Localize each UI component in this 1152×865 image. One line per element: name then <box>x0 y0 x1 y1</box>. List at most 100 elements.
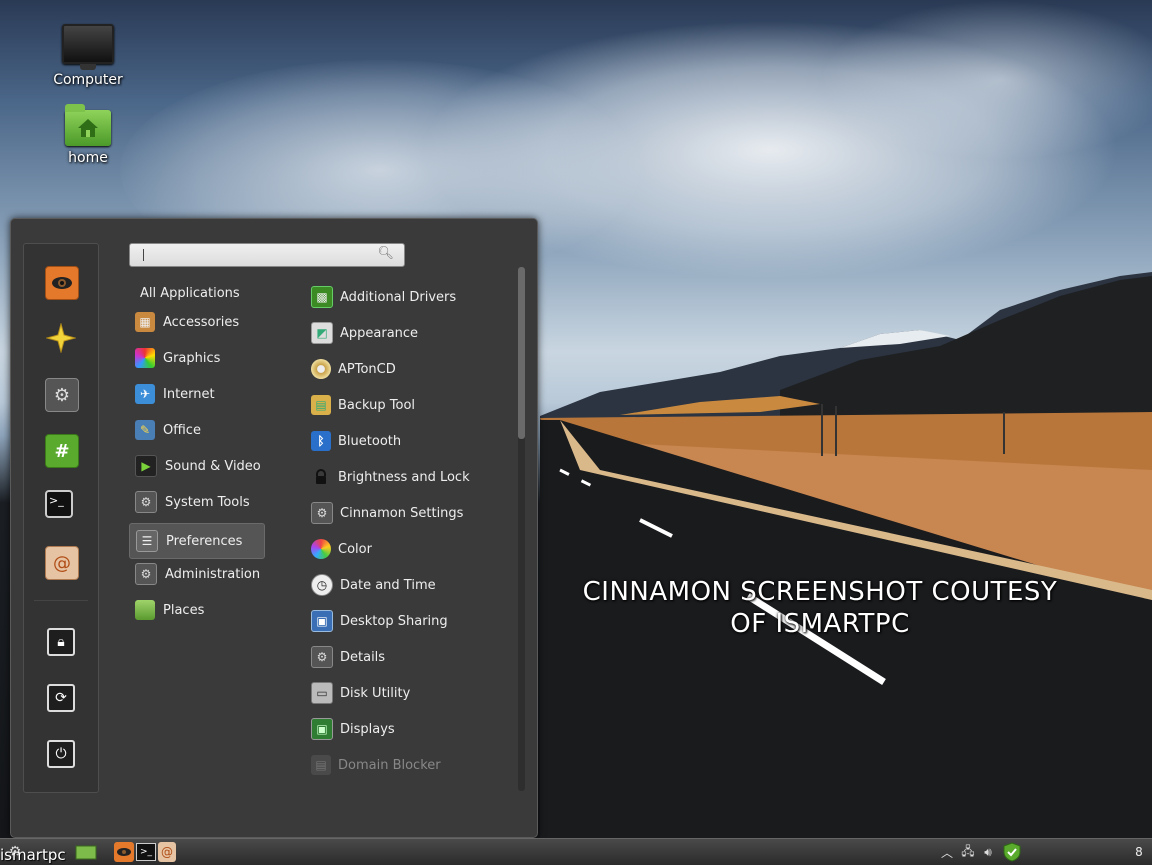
text-cursor <box>143 249 144 261</box>
search-input[interactable] <box>138 246 372 264</box>
volume-icon[interactable]: 🔊︎ <box>980 842 996 862</box>
app-additional-drivers[interactable]: ▩ Additional Drivers <box>311 280 511 314</box>
app-label: Details <box>340 649 386 665</box>
search-icon: 🔍︎ <box>377 246 394 261</box>
overlay-line-2: OF ISMARTPC <box>730 609 910 639</box>
chip-icon: ▩ <box>311 286 333 308</box>
taskbar-shell-app-icon[interactable]: @ <box>158 842 176 862</box>
terminal-hash-icon[interactable]: # <box>45 434 79 468</box>
favorites-bar: ⚙ # >_ @ 🔒︎ ⟳ ⏻ <box>23 243 99 793</box>
app-backup-tool[interactable]: ▤ Backup Tool <box>311 388 511 422</box>
app-label: Cinnamon Settings <box>340 505 464 521</box>
category-places[interactable]: Places <box>129 593 263 627</box>
app-brightness-and-lock[interactable]: Brightness and Lock <box>311 460 511 494</box>
app-domain-blocker[interactable]: ▤ Domain Blocker <box>311 748 511 782</box>
desktop-icon-label: Computer <box>53 72 123 88</box>
app-bluetooth[interactable]: ᛒ Bluetooth <box>311 424 511 458</box>
taskbar-terminal-icon[interactable]: >_ <box>136 843 156 861</box>
app-label: Displays <box>340 721 395 737</box>
app-color[interactable]: Color <box>311 532 511 566</box>
category-internet[interactable]: ✈ Internet <box>129 377 263 411</box>
category-system-tools[interactable]: ⚙ System Tools <box>129 485 263 519</box>
watermark-text: ismartpc <box>0 846 66 864</box>
show-desktop-icon[interactable] <box>74 842 98 862</box>
cd-icon <box>311 359 331 379</box>
category-label: Preferences <box>166 533 243 549</box>
apps-scrollbar[interactable] <box>518 267 525 791</box>
clock-icon: ◷ <box>311 574 333 596</box>
category-label: Administration <box>165 566 261 582</box>
lock-icon[interactable]: 🔒︎ <box>47 628 75 656</box>
monitor-icon <box>62 24 114 70</box>
category-accessories[interactable]: ▦ Accessories <box>129 305 263 339</box>
app-label: Appearance <box>340 325 419 341</box>
app-details[interactable]: ⚙ Details <box>311 640 511 674</box>
app-disk-utility[interactable]: ▭ Disk Utility <box>311 676 511 710</box>
desktop-icon-computer[interactable]: Computer <box>38 24 138 88</box>
category-administration[interactable]: ⚙ Administration <box>129 557 263 591</box>
disk-icon: ▭ <box>311 682 333 704</box>
color-icon <box>311 539 331 559</box>
app-aptoncd[interactable]: APTonCD <box>311 352 511 386</box>
app-displays[interactable]: ▣ Displays <box>311 712 511 746</box>
app-desktop-sharing[interactable]: ▣ Desktop Sharing <box>311 604 511 638</box>
workspace-indicator[interactable]: 8 <box>1132 842 1146 862</box>
home-folder-icon <box>65 104 111 146</box>
category-label: Places <box>163 602 205 618</box>
lock-small-icon <box>311 467 331 487</box>
app-label: Brightness and Lock <box>338 469 470 485</box>
settings-gear-icon[interactable]: ⚙ <box>45 378 79 412</box>
overlay-line-1: CINNAMON SCREENSHOT COUTESY <box>582 577 1058 607</box>
taskbar: ⚙ ismartpc >_ @ ︿ 🖧︎ 🔊︎ 8 <box>0 838 1152 865</box>
category-label: System Tools <box>165 494 250 510</box>
category-office[interactable]: ✎ Office <box>129 413 263 447</box>
logout-icon[interactable]: ⟳ <box>47 684 75 712</box>
desktop-sharing-icon: ▣ <box>311 610 333 632</box>
app-label: Disk Utility <box>340 685 411 701</box>
bluetooth-icon: ᛒ <box>311 431 331 451</box>
power-icon[interactable]: ⏻ <box>47 740 75 768</box>
app-appearance[interactable]: ◩ Appearance <box>311 316 511 350</box>
category-label: Graphics <box>163 350 221 366</box>
desktop-icon-label: home <box>68 150 108 166</box>
preferences-icon: ☰ <box>136 530 158 552</box>
network-icon[interactable]: 🖧︎ <box>960 842 976 862</box>
app-cinnamon-settings[interactable]: ⚙ Cinnamon Settings <box>311 496 511 530</box>
app-label: Date and Time <box>340 577 436 593</box>
sound-video-icon: ▶ <box>135 455 157 477</box>
category-label: All Applications <box>140 285 240 301</box>
displays-icon: ▣ <box>311 718 333 740</box>
graphics-icon <box>135 348 155 368</box>
accessories-icon: ▦ <box>135 312 155 332</box>
backup-icon: ▤ <box>311 395 331 415</box>
domain-blocker-icon: ▤ <box>311 755 331 775</box>
system-tools-icon: ⚙ <box>135 491 157 513</box>
category-preferences[interactable]: ☰ Preferences <box>129 523 265 559</box>
eye-app-icon[interactable] <box>45 266 79 300</box>
tray-expand-icon[interactable]: ︿ <box>940 842 954 862</box>
star-icon[interactable] <box>45 322 77 354</box>
app-label: Desktop Sharing <box>340 613 448 629</box>
office-icon: ✎ <box>135 420 155 440</box>
category-label: Office <box>163 422 201 438</box>
desktop-icon-home[interactable]: home <box>38 104 138 166</box>
category-label: Sound & Video <box>165 458 261 474</box>
details-icon: ⚙ <box>311 646 333 668</box>
category-sound-video[interactable]: ▶ Sound & Video <box>129 449 263 483</box>
app-label: Domain Blocker <box>338 757 441 773</box>
update-shield-icon[interactable] <box>1002 842 1022 862</box>
category-label: Accessories <box>163 314 240 330</box>
app-label: Bluetooth <box>338 433 402 449</box>
app-label: APTonCD <box>338 361 396 377</box>
app-label: Backup Tool <box>338 397 416 413</box>
places-folder-icon <box>135 600 155 620</box>
app-date-and-time[interactable]: ◷ Date and Time <box>311 568 511 602</box>
taskbar-eye-app-icon[interactable] <box>114 842 134 862</box>
category-graphics[interactable]: Graphics <box>129 341 263 375</box>
administration-icon: ⚙ <box>135 563 157 585</box>
search-box[interactable]: 🔍︎ <box>129 243 405 267</box>
scrollbar-thumb[interactable] <box>518 267 525 439</box>
shell-app-icon[interactable]: @ <box>45 546 79 580</box>
terminal-icon[interactable]: >_ <box>45 490 73 518</box>
internet-icon: ✈ <box>135 384 155 404</box>
